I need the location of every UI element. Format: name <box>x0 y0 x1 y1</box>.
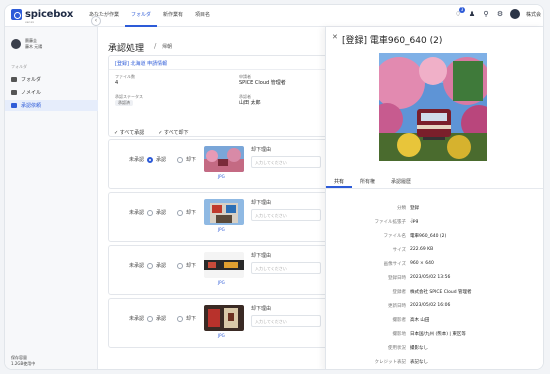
detail-panel: ✕ [登録] 電車960_640 (2) 共有 所有権 承認履歴 分類 登録 フ… <box>325 27 543 369</box>
approver: 承認者 山田 太郎 <box>239 94 261 106</box>
thumbnail[interactable] <box>204 146 244 172</box>
file-count: ファイル数 4 <box>115 74 135 86</box>
avatar <box>11 39 21 49</box>
top-icons: ♢ 3 ♟ ⚲ ⚙ 株式会 <box>454 7 541 19</box>
nav-item-folders[interactable]: フォルダ <box>125 11 158 27</box>
approval-radio-group: 未承認 承認 却下 <box>129 156 197 163</box>
close-icon[interactable]: ✕ <box>332 33 338 41</box>
detail-row-size: サイズ 222.69 KB <box>392 247 434 253</box>
detail-row-usage: 使用状況 撮影なし <box>388 346 428 351</box>
tab-share[interactable]: 共有 <box>326 177 353 188</box>
status-badge: 承認済 <box>115 100 133 106</box>
panel-tabs: 共有 所有権 承認履歴 <box>326 177 543 189</box>
thumbnail[interactable] <box>204 252 244 278</box>
tab-ownership[interactable]: 所有権 <box>352 177 383 188</box>
reject-reason-label: 却下理由 <box>251 147 272 153</box>
file-type-label: JPG <box>218 174 225 179</box>
detail-row-created-at: 登録日時 2023/05/02 13:56 <box>388 275 451 281</box>
bulk-actions: ✓ すべて承認 ✓ すべて却下 <box>114 129 188 136</box>
page-title: 承認処理 <box>108 44 145 54</box>
sidebar-user-sub: 藤木 元陽 <box>25 44 43 49</box>
sidebar-item-label: ノメイル <box>21 90 42 96</box>
reject-reason-input[interactable]: 入力してください <box>251 262 321 274</box>
detail-row-credit: クレジット表記 表記なし <box>374 360 429 365</box>
logo-icon <box>11 9 22 20</box>
logo-text: spicebox <box>25 9 74 20</box>
reject-reason-input[interactable]: 入力してください <box>251 209 321 221</box>
thumbnail[interactable] <box>204 199 244 225</box>
approval-status: 承認ステータス 承認済 <box>115 94 143 106</box>
image-preview[interactable] <box>379 53 487 161</box>
sidebar-item-approvals[interactable]: 承認依頼 <box>5 100 98 111</box>
sidebar-item-mail[interactable]: ノメイル <box>5 87 98 98</box>
approve-radio[interactable] <box>147 209 154 216</box>
applicant: 申請者 SPICE Cloud 管理者 <box>239 74 286 86</box>
approval-radio-group: 未承認 承認 却下 <box>129 262 197 269</box>
detail-row-photographer: 撮影者 高木 山田 <box>392 318 430 323</box>
bell-icon[interactable]: ♢ 3 <box>454 7 465 18</box>
reject-radio[interactable] <box>177 209 184 216</box>
nav-item-shared[interactable]: 新作業有 <box>157 11 189 27</box>
thumbnail[interactable] <box>204 305 244 331</box>
gear-icon[interactable]: ⚙ <box>496 10 504 18</box>
detail-row-updated-at: 更新日時 2023/05/02 16:06 <box>388 303 451 309</box>
printer-icon <box>11 90 17 95</box>
checklist-icon <box>11 103 17 108</box>
logo-sub: ver.xx <box>25 20 35 24</box>
sidebar-section-label: フォルダ <box>11 64 27 69</box>
storage-indicator: 保存容量 1.2GB使用中 <box>11 355 35 367</box>
sidebar-item-label: フォルダ <box>21 77 42 83</box>
nav-item-tasks[interactable]: あなたが作業 <box>83 11 125 27</box>
sidebar-item-label: 承認依頼 <box>21 103 42 109</box>
user-company-label[interactable]: 株式会 <box>526 11 541 18</box>
reject-reason-input[interactable]: 入力してください <box>251 315 321 327</box>
detail-row-created-by: 登録者 株式会社 SPICE Cloud 管理者 <box>392 290 472 295</box>
sidebar-collapse-button[interactable]: ‹ <box>91 16 101 26</box>
reject-reason-input[interactable]: 入力してください <box>251 156 321 168</box>
storage-value: 1.2GB使用中 <box>11 361 36 366</box>
app-window: spicebox ver.xx あなたが作業 フォルダ 新作業有 項目名 ♢ 3 … <box>4 4 544 370</box>
approve-radio[interactable] <box>147 315 154 322</box>
file-type-label: JPG <box>218 333 225 338</box>
reject-reason-label: 却下理由 <box>251 306 272 312</box>
approve-radio[interactable] <box>147 156 154 163</box>
approval-radio-group: 未承認 承認 却下 <box>129 315 197 322</box>
logo[interactable]: spicebox <box>11 9 73 20</box>
detail-row-location: 撮影地 日本国/九州 (熊本) | 東区等 <box>392 332 466 337</box>
approve-all-button[interactable]: ✓ すべて承認 <box>114 129 144 136</box>
sidebar-item-folders[interactable]: フォルダ <box>5 74 98 85</box>
reject-radio[interactable] <box>177 262 184 269</box>
card-title[interactable]: [登録] 北海道 申請情報 <box>115 60 167 67</box>
person-add-icon[interactable]: ♟ <box>468 10 476 18</box>
avatar[interactable] <box>509 9 520 19</box>
tab-approval-history[interactable]: 承認履歴 <box>383 177 419 188</box>
detail-row-filename: ファイル名 電車960_640 (2) <box>383 234 447 239</box>
detail-row-category: 分類 登録 <box>397 206 419 211</box>
nav-item-fields[interactable]: 項目名 <box>189 11 216 27</box>
sidebar-user[interactable]: 齋藤圭 藤木 元陽 <box>11 38 42 50</box>
notification-badge: 3 <box>458 7 465 13</box>
breadcrumb-separator: / <box>154 42 157 50</box>
folder-icon <box>11 77 17 82</box>
reject-all-button[interactable]: ✓ すべて却下 <box>158 129 188 136</box>
file-type-label: JPG <box>218 280 225 285</box>
sidebar: 齋藤圭 藤木 元陽 フォルダ フォルダ ノメイル 承認依頼 保存容量 1.2GB… <box>5 27 98 369</box>
reject-radio[interactable] <box>177 315 184 322</box>
file-type-label: JPG <box>218 227 225 232</box>
approval-radio-group: 未承認 承認 却下 <box>129 209 197 216</box>
reject-reason-label: 却下理由 <box>251 200 272 206</box>
main-nav: あなたが作業 フォルダ 新作業有 項目名 <box>83 11 216 27</box>
detail-row-dimensions: 画像サイズ 960 × 640 <box>383 261 434 267</box>
search-icon[interactable]: ⚲ <box>482 10 490 18</box>
approve-radio[interactable] <box>147 262 154 269</box>
detail-row-extension: ファイル拡張子 .jpg <box>374 219 419 225</box>
reject-radio[interactable] <box>177 156 184 163</box>
reject-reason-label: 却下理由 <box>251 253 272 259</box>
breadcrumb[interactable]: 帰朝 <box>162 43 172 50</box>
panel-title: [登録] 電車960_640 (2) <box>342 36 443 46</box>
top-bar: spicebox ver.xx あなたが作業 フォルダ 新作業有 項目名 ♢ 3 … <box>5 5 543 27</box>
